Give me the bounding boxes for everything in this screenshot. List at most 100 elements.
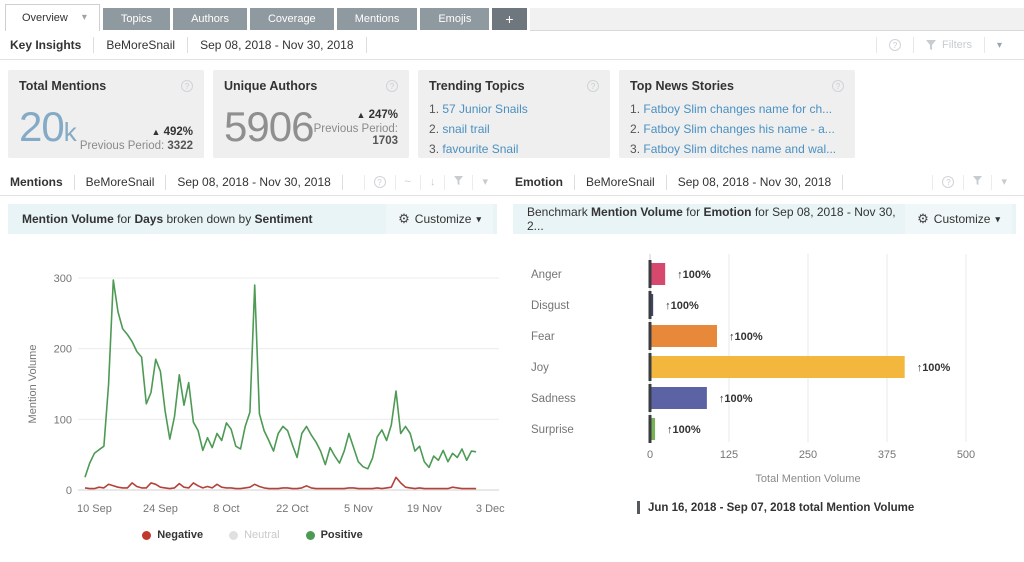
- chevron-down-icon[interactable]: ▾: [82, 5, 87, 31]
- legend-dot-icon: [229, 531, 238, 540]
- filters-label: Filters: [942, 39, 972, 51]
- news-link[interactable]: Fatboy Slim changes name for ch...: [643, 102, 832, 116]
- toolbar-collapse-button[interactable]: ▾: [984, 37, 1014, 53]
- mentions-chart-titlebar: Mention Volume for Days broken down by S…: [8, 204, 497, 234]
- chevron-down-icon: ▾: [997, 40, 1002, 51]
- date-range-selector[interactable]: Sep 08, 2018 - Nov 30, 2018: [166, 175, 342, 190]
- filter-icon[interactable]: [444, 175, 472, 190]
- list-item: favourite Snail: [429, 139, 599, 159]
- project-selector[interactable]: BeMoreSnail: [75, 175, 167, 190]
- benchmark-tick: [649, 260, 652, 288]
- tab-overview-label: Overview: [22, 5, 68, 31]
- legend-label: Positive: [321, 529, 363, 541]
- filter-icon[interactable]: [963, 175, 991, 190]
- key-insights-toolbar: Key Insights BeMoreSnail Sep 08, 2018 - …: [0, 31, 1024, 60]
- chart-type-icon[interactable]: ~: [395, 175, 420, 190]
- collapse-icon[interactable]: ▾: [472, 175, 497, 190]
- help-button[interactable]: ?: [876, 37, 913, 53]
- download-icon[interactable]: ↓: [420, 175, 445, 190]
- legend-dot-icon: [306, 531, 315, 540]
- key-insights-cards: Total Mentions ? 20k ▲ 492% Previous Per…: [0, 60, 1024, 170]
- sentiment-line-chart: 010020030010 Sep24 Sep8 Oct22 Oct5 Nov19…: [0, 242, 505, 520]
- topic-link[interactable]: snail trail: [442, 122, 489, 136]
- card-title: Total Mentions: [19, 79, 106, 93]
- gear-icon: ⚙: [917, 211, 929, 227]
- info-icon[interactable]: ?: [364, 175, 395, 190]
- date-range-selector[interactable]: Sep 08, 2018 - Nov 30, 2018: [188, 37, 366, 53]
- date-range-selector[interactable]: Sep 08, 2018 - Nov 30, 2018: [667, 175, 843, 190]
- card-title: Trending Topics: [429, 79, 525, 93]
- legend-item-neutral[interactable]: Neutral: [229, 529, 279, 541]
- customize-button[interactable]: ⚙ Customize ▾: [386, 204, 493, 234]
- previous-period: Previous Period: 1703: [313, 123, 398, 147]
- bar-value-label: ↑100%: [665, 300, 699, 312]
- filters-button[interactable]: Filters: [913, 37, 984, 53]
- customize-label: Customize: [934, 212, 991, 226]
- unique-authors-card: Unique Authors ? 5906 ▲ 247% Previous Pe…: [213, 70, 409, 158]
- filter-icon: [926, 40, 936, 50]
- card-title: Top News Stories: [630, 79, 734, 93]
- news-link[interactable]: Fatboy Slim changes his name - a...: [643, 122, 834, 136]
- info-icon[interactable]: ?: [932, 175, 963, 190]
- list-item: snail trail: [429, 119, 599, 139]
- bar-anger[interactable]: [650, 263, 665, 285]
- tab-topics[interactable]: Topics: [103, 8, 170, 30]
- customize-label: Customize: [415, 212, 472, 226]
- list-item: 57 Junior Snails: [429, 99, 599, 119]
- bar-joy[interactable]: [650, 356, 905, 378]
- topic-link[interactable]: 57 Junior Snails: [442, 102, 527, 116]
- previous-period: Previous Period: 3322: [80, 140, 193, 152]
- y-axis-label: Mention Volume: [27, 345, 39, 424]
- sentiment-legend: Negative Neutral Positive: [0, 529, 505, 541]
- x-tick-label: 0: [647, 449, 653, 461]
- bar-value-label: ↑100%: [719, 393, 753, 405]
- series-negative[interactable]: [85, 477, 476, 488]
- info-icon: ?: [889, 39, 901, 51]
- workspace-tab-bar: Overview ▾ Topics Authors Coverage Menti…: [0, 0, 1024, 31]
- customize-button[interactable]: ⚙ Customize ▾: [905, 204, 1012, 234]
- benchmark-tick: [649, 384, 652, 412]
- tab-mentions[interactable]: Mentions: [337, 8, 418, 30]
- project-selector[interactable]: BeMoreSnail: [94, 37, 188, 53]
- benchmark-mark-icon: [637, 501, 640, 514]
- category-label-sadness: Sadness: [531, 393, 576, 405]
- x-tick-label: 5 Nov: [344, 503, 373, 515]
- bar-sadness[interactable]: [650, 387, 707, 409]
- x-tick-label: 250: [799, 449, 817, 461]
- total-mentions-card: Total Mentions ? 20k ▲ 492% Previous Per…: [8, 70, 204, 158]
- collapse-icon[interactable]: ▾: [991, 175, 1016, 190]
- benchmark-legend: Jun 16, 2018 - Sep 07, 2018 total Mentio…: [637, 501, 1024, 514]
- x-tick-label: 22 Oct: [276, 503, 308, 515]
- trending-topics-list: 57 Junior Snails snail trail favourite S…: [429, 99, 599, 159]
- tab-authors[interactable]: Authors: [173, 8, 247, 30]
- list-item: Fatboy Slim changes name for ch...: [630, 99, 844, 119]
- info-icon[interactable]: ?: [181, 80, 193, 92]
- benchmark-tick: [649, 291, 652, 319]
- benchmark-tick: [649, 322, 652, 350]
- tab-overview[interactable]: Overview ▾: [5, 4, 100, 31]
- info-icon[interactable]: ?: [386, 80, 398, 92]
- panel-title: Emotion: [513, 175, 575, 190]
- y-tick-label: 300: [54, 273, 72, 285]
- unique-authors-value: 5906: [224, 107, 313, 147]
- tab-emojis[interactable]: Emojis: [420, 8, 489, 30]
- project-selector[interactable]: BeMoreSnail: [575, 175, 667, 190]
- category-label-anger: Anger: [531, 269, 562, 281]
- x-axis-label: Total Mention Volume: [755, 473, 860, 485]
- legend-item-negative[interactable]: Negative: [142, 529, 203, 541]
- add-tab-button[interactable]: +: [492, 8, 526, 30]
- triangle-up-icon: ▲: [151, 127, 160, 137]
- series-positive[interactable]: [85, 280, 476, 477]
- benchmark-tick: [649, 353, 652, 381]
- tab-coverage[interactable]: Coverage: [250, 8, 334, 30]
- bar-value-label: ↑100%: [729, 331, 763, 343]
- top-news-card: Top News Stories ? Fatboy Slim changes n…: [619, 70, 855, 158]
- topic-link[interactable]: favourite Snail: [442, 142, 518, 156]
- legend-item-positive[interactable]: Positive: [306, 529, 363, 541]
- x-tick-label: 8 Oct: [213, 503, 239, 515]
- top-news-list: Fatboy Slim changes name for ch... Fatbo…: [630, 99, 844, 159]
- info-icon[interactable]: ?: [587, 80, 599, 92]
- news-link[interactable]: Fatboy Slim ditches name and wal...: [643, 142, 836, 156]
- bar-fear[interactable]: [650, 325, 717, 347]
- info-icon[interactable]: ?: [832, 80, 844, 92]
